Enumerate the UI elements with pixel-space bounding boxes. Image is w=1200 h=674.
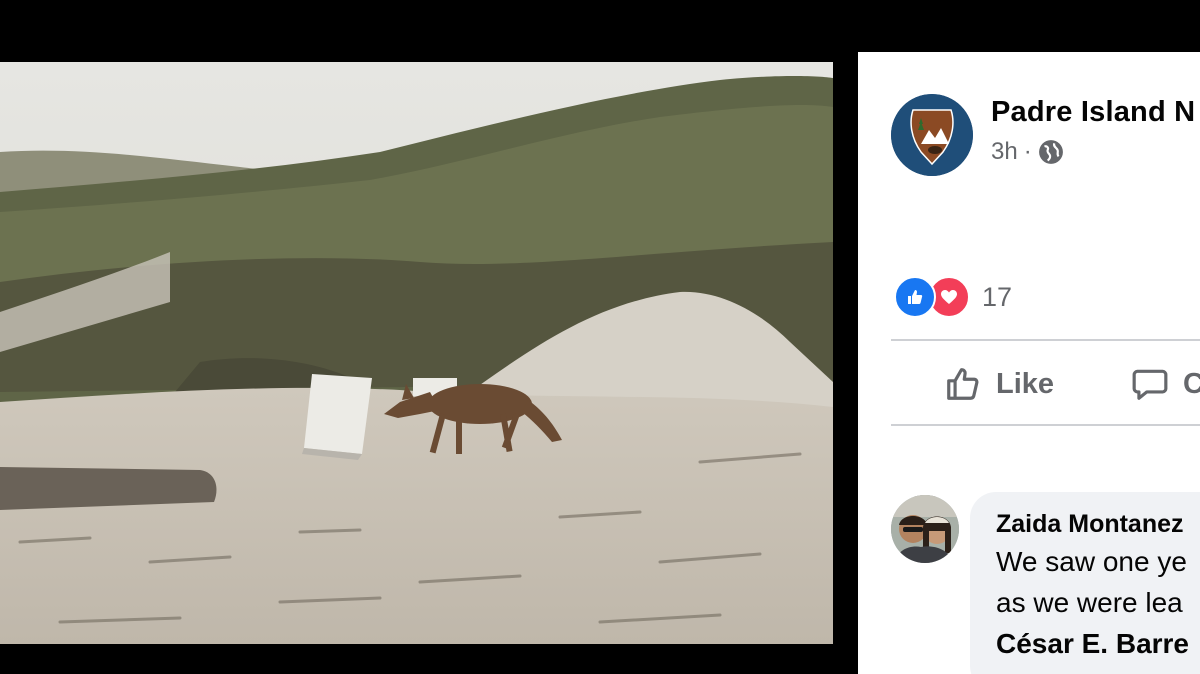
page-avatar[interactable]	[891, 94, 973, 176]
page-name[interactable]: Padre Island N	[991, 96, 1195, 129]
comment-label: C	[1183, 367, 1200, 400]
divider-bottom	[891, 424, 1200, 426]
post-photo[interactable]	[0, 62, 833, 644]
like-reaction-icon	[894, 276, 936, 318]
post-time[interactable]: 3h	[991, 138, 1018, 166]
coyote-photo	[0, 62, 833, 644]
comment-button[interactable]: C	[1131, 342, 1200, 426]
thumbs-up-icon	[947, 368, 979, 400]
like-button[interactable]: Like	[944, 342, 1054, 426]
comment-bubble: Zaida Montanez We saw one ye as we were …	[970, 492, 1200, 674]
action-bar: Like C	[891, 342, 1200, 426]
nps-arrowhead-icon	[891, 94, 973, 176]
comment-text-line-2: as we were lea	[996, 587, 1183, 618]
reaction-summary[interactable]: 17	[894, 276, 1012, 318]
divider-top	[891, 339, 1200, 341]
post-meta: 3h ·	[991, 138, 1064, 166]
commenter-avatar[interactable]	[891, 495, 959, 563]
comment-text-line-1: We saw one ye	[996, 546, 1187, 577]
like-label: Like	[996, 367, 1055, 400]
post-panel: Padre Island N 3h · 17 Like C Zaida Mont…	[858, 52, 1200, 674]
reaction-count: 17	[982, 281, 1013, 312]
comment-author[interactable]: Zaida Montanez	[996, 510, 1184, 539]
meta-separator: ·	[1023, 138, 1032, 165]
comment-icon	[1132, 369, 1168, 400]
comment-tagged-user[interactable]: César E. Barre	[996, 628, 1189, 660]
globe-icon[interactable]	[1038, 139, 1064, 165]
avatar-photo-icon	[891, 495, 959, 563]
